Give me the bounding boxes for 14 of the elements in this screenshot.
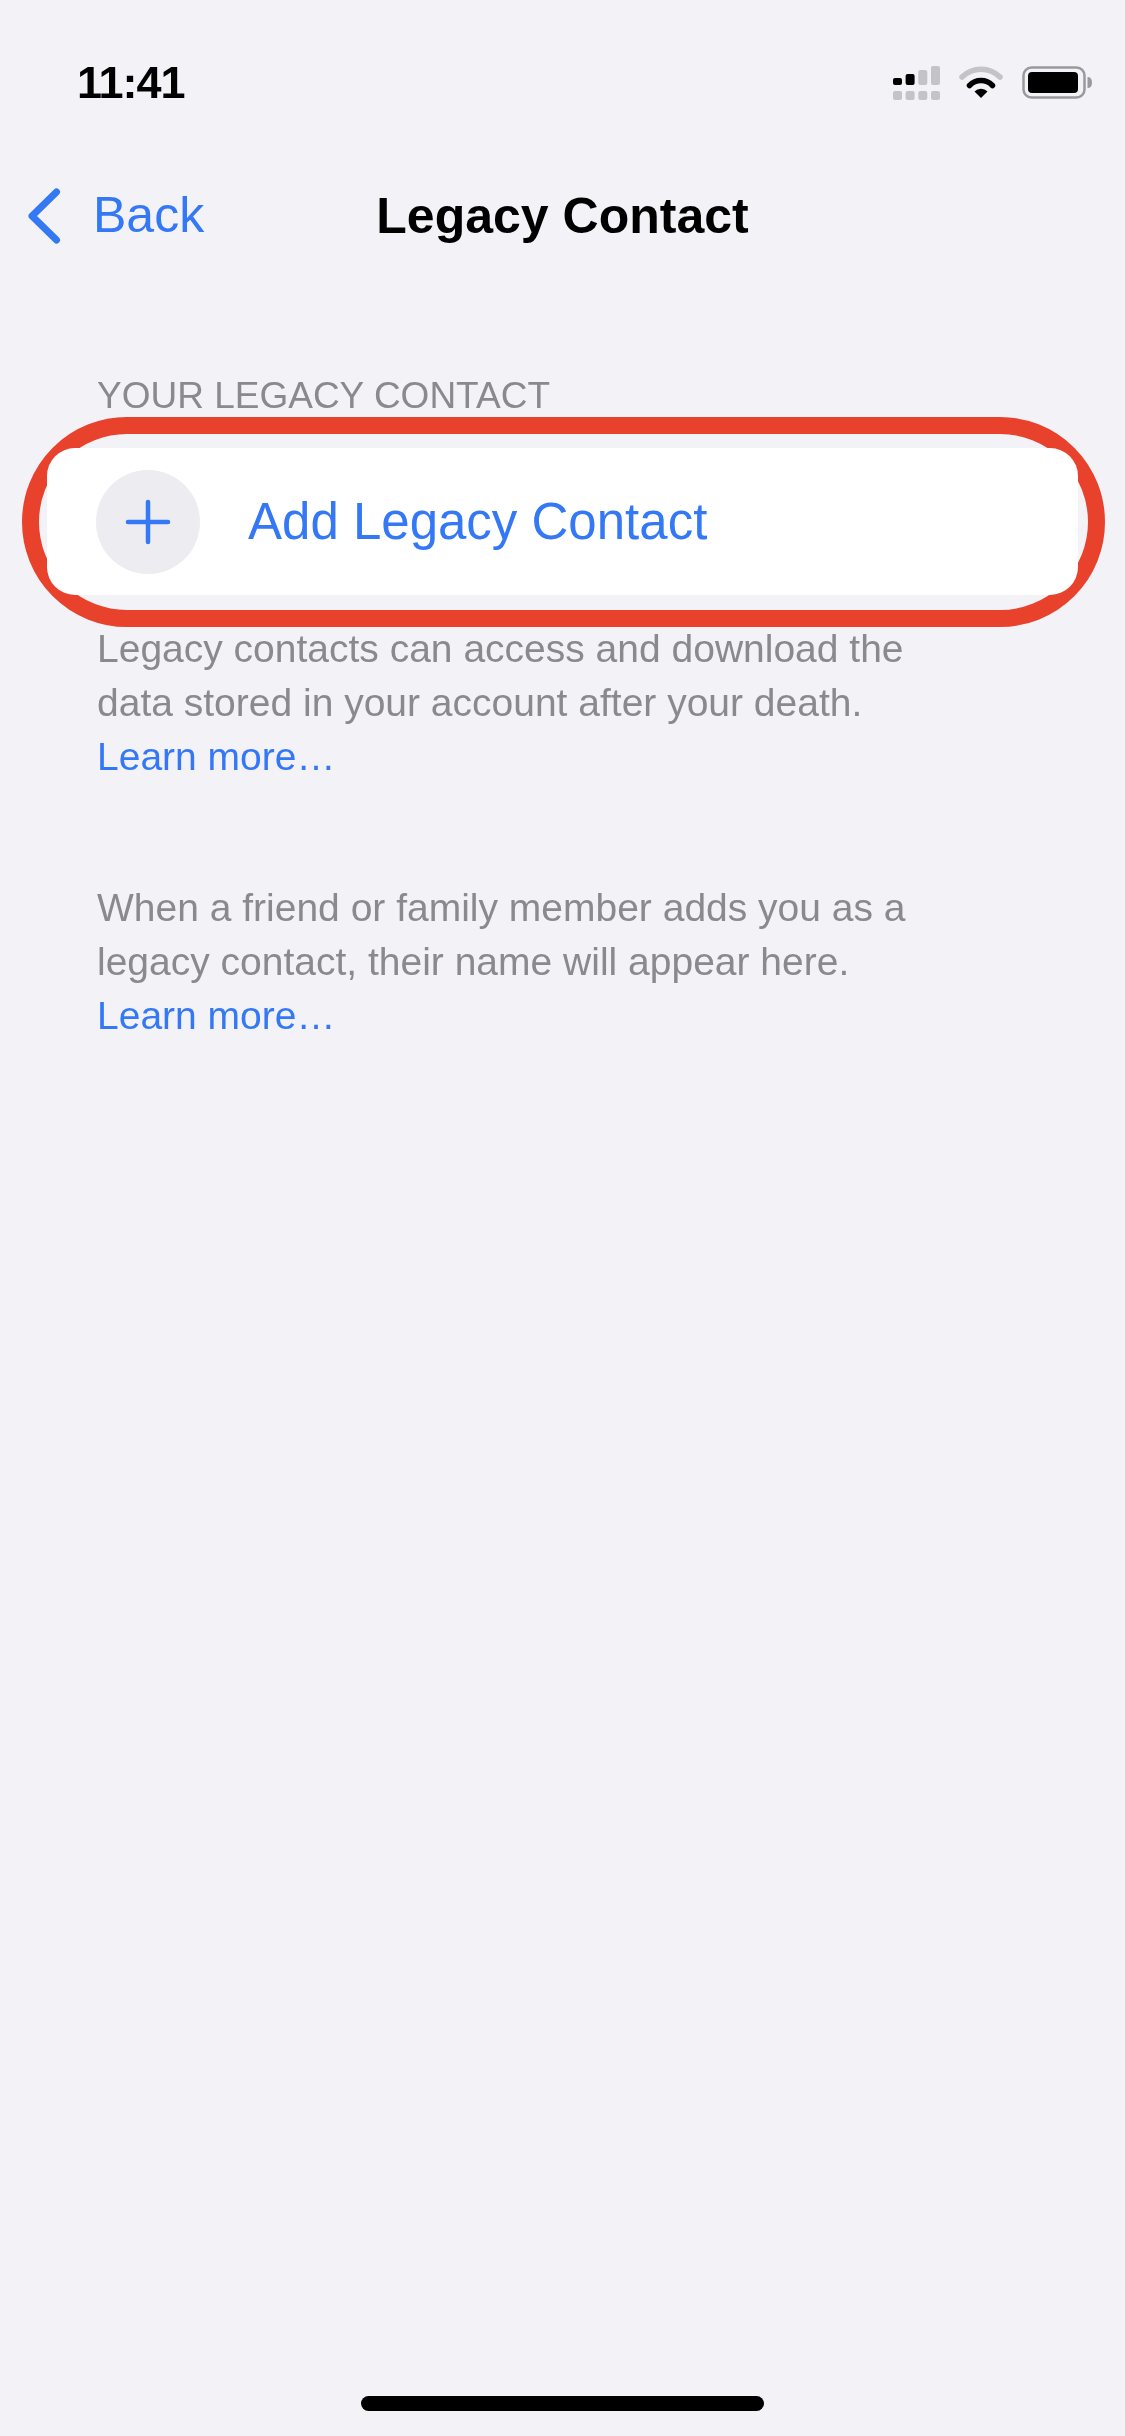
signal-icon bbox=[893, 65, 940, 100]
status-time: 11:41 bbox=[77, 57, 185, 108]
battery-icon bbox=[1022, 66, 1092, 99]
page-title: Legacy Contact bbox=[376, 187, 749, 246]
learn-more-link[interactable]: Learn more… bbox=[97, 994, 336, 1037]
back-button[interactable]: Back bbox=[0, 187, 205, 245]
chevron-left-icon bbox=[27, 188, 61, 244]
add-contact-button[interactable]: Add Legacy Contact bbox=[47, 448, 1078, 595]
section-footer-text: Legacy contacts can access and download the data stored in your account after your death. Learn more… bbox=[97, 626, 905, 780]
info-text: When a friend or family member adds you as a legacy contact, their name will appear here. Learn more… bbox=[97, 885, 907, 1039]
plus-icon bbox=[96, 469, 200, 574]
learn-more-link[interactable]: Learn more… bbox=[97, 735, 336, 778]
section-header: YOUR LEGACY CONTACT bbox=[97, 374, 550, 417]
wifi-icon bbox=[958, 66, 1004, 99]
